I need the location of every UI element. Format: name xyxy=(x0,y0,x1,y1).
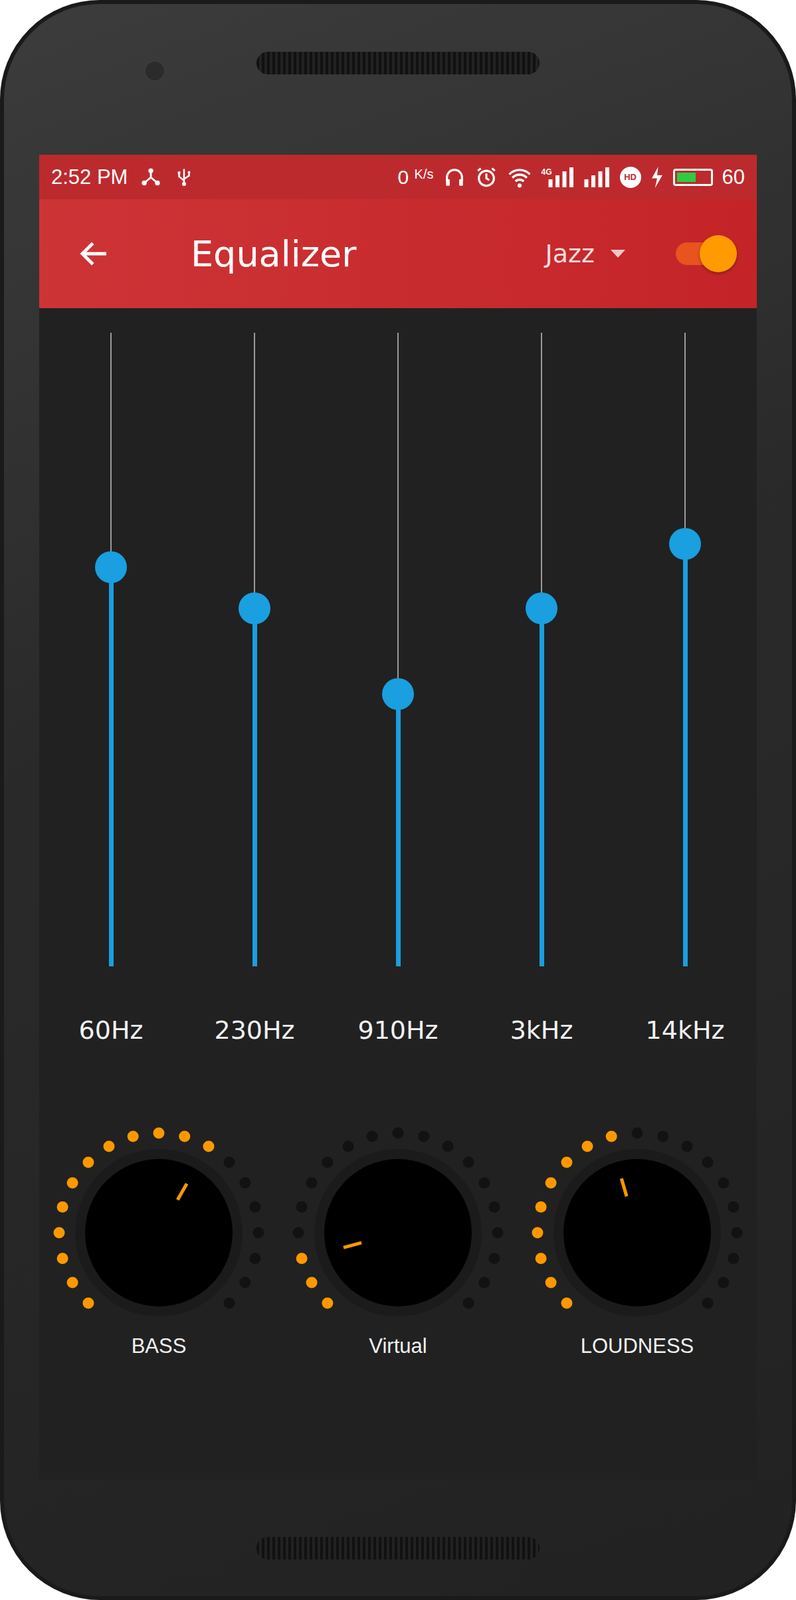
preset-dropdown[interactable]: Jazz xyxy=(545,239,627,269)
share-network-icon xyxy=(139,166,163,189)
knob-label: BASS xyxy=(131,1334,187,1359)
battery-icon xyxy=(673,168,713,187)
band-label: 910Hz xyxy=(357,1015,438,1046)
slider-thumb[interactable] xyxy=(238,592,271,625)
screen: 2:52 PM 0 K/s 4G HD 60 EqualizerJazz 60Hz 230Hz… xyxy=(39,154,757,1481)
hd-voice-badge: HD xyxy=(619,166,642,189)
band-label: 3kHz xyxy=(510,1015,574,1046)
band-label: 14kHz xyxy=(645,1015,725,1046)
wifi-icon xyxy=(506,166,533,189)
equalizer-switch[interactable] xyxy=(673,235,737,273)
signal-4g: 4G xyxy=(541,167,575,188)
band-label: 60Hz xyxy=(79,1015,144,1046)
slider-thumb[interactable] xyxy=(669,528,701,561)
bottom-bezel xyxy=(3,1480,793,1597)
screen-title: Equalizer xyxy=(190,233,546,276)
signal-bars-icon xyxy=(584,167,611,188)
effect-knob[interactable]: Virtual xyxy=(288,1123,508,1359)
status-time: 2:52 PM xyxy=(51,165,128,190)
back-arrow-icon[interactable] xyxy=(76,235,113,272)
camera-icon xyxy=(143,59,167,83)
usb-icon xyxy=(174,166,195,189)
top-speaker-icon xyxy=(256,51,540,75)
dropdown-arrow-icon xyxy=(609,248,627,260)
top-bezel xyxy=(3,3,793,155)
slider-thumb[interactable] xyxy=(95,551,127,584)
band-label: 230Hz xyxy=(213,1015,295,1046)
band-slider[interactable]: 910Hz xyxy=(326,332,470,1046)
alarm-icon xyxy=(475,166,498,189)
knob-label: LOUDNESS xyxy=(580,1334,695,1359)
band-slider[interactable]: 230Hz xyxy=(182,332,327,1046)
app-bar: EqualizerJazz xyxy=(39,199,757,309)
effect-knobs: BASS Virtual LOUDNESS xyxy=(39,1123,757,1359)
bottom-speaker-icon xyxy=(256,1537,540,1561)
band-slider[interactable]: 3kHz xyxy=(469,332,614,1046)
knob-dial-icon[interactable] xyxy=(527,1123,747,1343)
knob-label: Virtual xyxy=(368,1334,427,1359)
battery-percent: 60 xyxy=(722,165,745,190)
slider-thumb[interactable] xyxy=(525,592,558,625)
signal-bars-icon xyxy=(548,167,575,188)
slider-thumb[interactable] xyxy=(382,678,414,711)
knob-dial-icon[interactable] xyxy=(288,1123,508,1343)
effect-knob[interactable]: BASS xyxy=(49,1123,269,1359)
status-bar: 2:52 PM 0 K/s 4G HD 60 xyxy=(39,154,757,200)
band-slider[interactable]: 60Hz xyxy=(39,332,183,1046)
network-speed: 0 K/s xyxy=(398,166,434,189)
band-sliders: 60Hz 230Hz 910Hz 3kHz 14kHz xyxy=(39,308,757,1046)
phone-frame: 2:52 PM 0 K/s 4G HD 60 EqualizerJazz 60Hz 230Hz… xyxy=(0,0,796,1600)
charging-bolt-icon xyxy=(650,166,664,189)
knob-dial-icon[interactable] xyxy=(49,1123,269,1343)
effect-knob[interactable]: LOUDNESS xyxy=(527,1123,747,1359)
band-slider[interactable]: 14kHz xyxy=(613,332,757,1046)
headphones-icon xyxy=(443,166,466,189)
